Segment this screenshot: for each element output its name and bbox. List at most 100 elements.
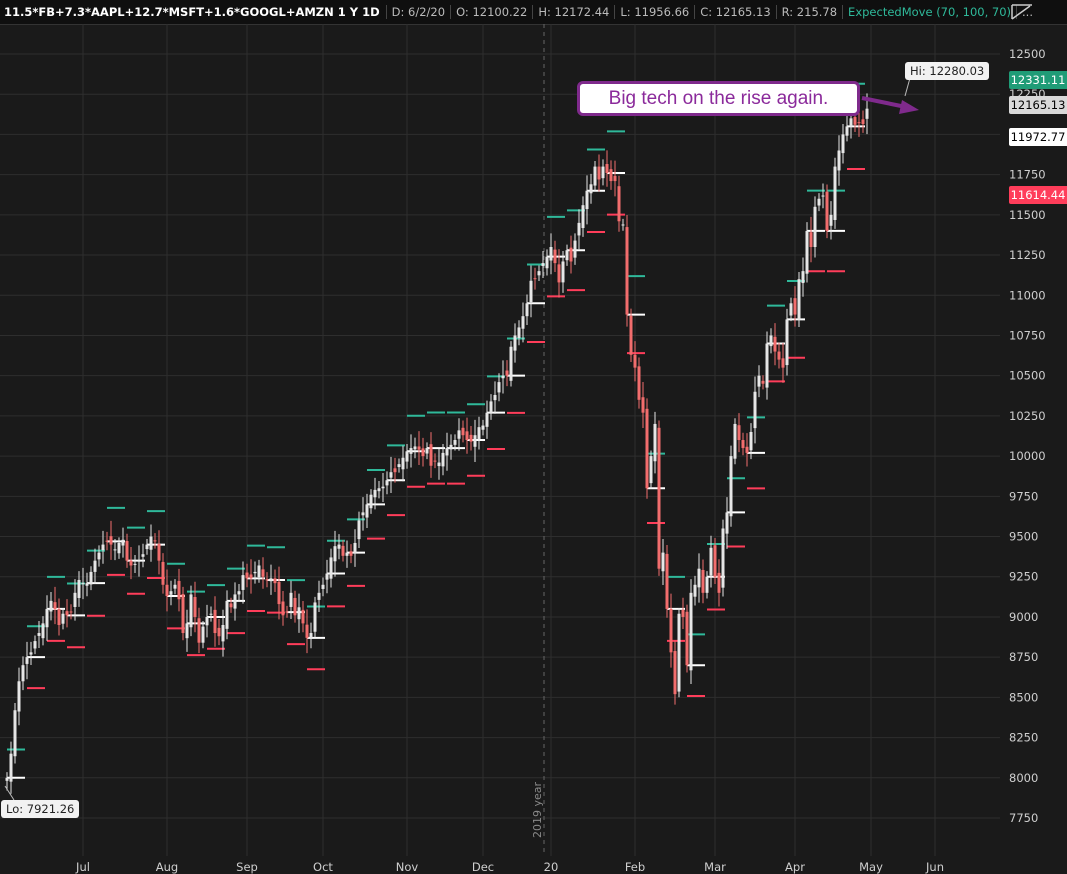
candle-body bbox=[117, 542, 121, 554]
candle-body bbox=[753, 391, 757, 429]
candle-body bbox=[829, 214, 833, 226]
price-axis: 7750 8000 8250 8500 8750 9000 9250 9500 9750 1000… bbox=[1009, 47, 1046, 825]
callout-arrowhead bbox=[899, 100, 919, 114]
candle-body bbox=[781, 358, 785, 368]
upper-band-price-tag: 12331.11 bbox=[1009, 71, 1067, 89]
y-tick-label: 9250 bbox=[1009, 570, 1038, 584]
date-field: D: 6/2/20 bbox=[385, 5, 450, 19]
candle-body bbox=[233, 594, 237, 609]
candle-body bbox=[821, 195, 825, 197]
candle-body bbox=[469, 434, 473, 442]
y-tick-label: 7750 bbox=[1009, 811, 1038, 825]
candle-body bbox=[813, 206, 817, 248]
candle-body bbox=[589, 184, 593, 194]
candle-body bbox=[153, 540, 157, 542]
candle-body bbox=[421, 448, 425, 457]
y-tick-label: 12500 bbox=[1009, 47, 1046, 61]
candle-body bbox=[389, 472, 393, 478]
candle-body bbox=[349, 551, 353, 556]
y-tick-label: 11750 bbox=[1009, 168, 1046, 182]
candle-body bbox=[93, 560, 97, 572]
candle-body bbox=[221, 624, 225, 642]
candle-body bbox=[61, 613, 65, 624]
candle-body bbox=[837, 150, 841, 171]
candle-body bbox=[733, 423, 737, 459]
candle-body bbox=[13, 710, 17, 757]
y-tick-label: 11000 bbox=[1009, 288, 1046, 302]
candle-body bbox=[505, 370, 509, 376]
close-field: C: 12165.13 bbox=[694, 5, 775, 19]
candle-body bbox=[597, 166, 601, 180]
candle-body bbox=[473, 435, 477, 447]
candle-body bbox=[501, 375, 505, 379]
candle-body bbox=[365, 504, 369, 518]
candle-body bbox=[277, 581, 281, 605]
candle-body bbox=[101, 544, 105, 551]
candle-body bbox=[345, 552, 349, 556]
candle-body bbox=[801, 271, 805, 284]
candle-body bbox=[745, 446, 749, 453]
candle-body bbox=[173, 584, 177, 589]
candle-body bbox=[725, 512, 729, 534]
candle-body bbox=[77, 579, 81, 598]
candle-body bbox=[109, 536, 113, 545]
candle-body bbox=[321, 584, 325, 589]
candle-body bbox=[545, 256, 549, 269]
candle-body bbox=[553, 249, 557, 264]
candle-body bbox=[737, 425, 741, 441]
candle-body bbox=[137, 560, 141, 562]
candle-body bbox=[217, 627, 221, 637]
candle-body bbox=[721, 528, 725, 588]
candle-body bbox=[393, 468, 397, 473]
candle-body bbox=[749, 431, 753, 451]
x-tick-label: Apr bbox=[785, 860, 805, 874]
candle-body bbox=[549, 247, 553, 261]
last-price-tag: 12165.13 bbox=[1009, 96, 1067, 114]
candle-body bbox=[309, 633, 313, 638]
study-label[interactable]: ExpectedMove (70, 100, 70) bbox=[842, 5, 1016, 19]
y-tick-label: 10250 bbox=[1009, 409, 1046, 423]
candle-body bbox=[385, 480, 389, 486]
candle-body bbox=[301, 609, 305, 624]
candle-body bbox=[497, 382, 501, 393]
candle-body bbox=[273, 578, 277, 584]
candle-body bbox=[865, 108, 869, 119]
candle-body bbox=[657, 427, 661, 569]
price-chart[interactable]: 2019 year 7750 8000 8250 8500 8750 9000 9250 95… bbox=[0, 24, 1067, 874]
candle-body bbox=[661, 552, 665, 572]
candle-body bbox=[645, 408, 649, 489]
candle-body bbox=[313, 602, 317, 632]
candle-body bbox=[613, 175, 617, 182]
candle-body bbox=[785, 319, 789, 366]
candle-body bbox=[17, 681, 21, 712]
candle-body bbox=[133, 563, 137, 565]
candle-body bbox=[577, 222, 581, 236]
candle-body bbox=[429, 444, 433, 466]
candle-body bbox=[529, 280, 533, 303]
x-tick-label: Mar bbox=[704, 860, 726, 874]
y-tick-label: 11250 bbox=[1009, 248, 1046, 262]
y-tick-label: 10500 bbox=[1009, 369, 1046, 383]
candle-body bbox=[245, 572, 249, 579]
candle-body bbox=[353, 542, 357, 554]
symbol-label[interactable]: 11.5*FB+7.3*AAPL+12.7*MSFT+1.6*GOOGL+AMZ… bbox=[0, 5, 386, 19]
candle-body bbox=[257, 565, 261, 578]
candle-body bbox=[161, 561, 165, 585]
candle-body bbox=[21, 665, 25, 682]
callout-arrow bbox=[861, 96, 907, 109]
candle-body bbox=[757, 375, 761, 387]
candle-body bbox=[849, 118, 853, 127]
candle-body bbox=[681, 609, 685, 617]
candle-body bbox=[433, 460, 437, 462]
candle-body bbox=[413, 446, 417, 450]
candle-body bbox=[525, 303, 529, 317]
candle-body bbox=[853, 117, 857, 125]
candle-body bbox=[609, 169, 613, 182]
candle-body bbox=[825, 191, 829, 231]
candle-body bbox=[689, 592, 693, 671]
candle-body bbox=[481, 425, 485, 430]
candle-body bbox=[225, 600, 229, 629]
candle-body bbox=[601, 166, 605, 179]
drawing-tool-icon[interactable] bbox=[1008, 0, 1036, 22]
y-tick-label: 8750 bbox=[1009, 650, 1038, 664]
